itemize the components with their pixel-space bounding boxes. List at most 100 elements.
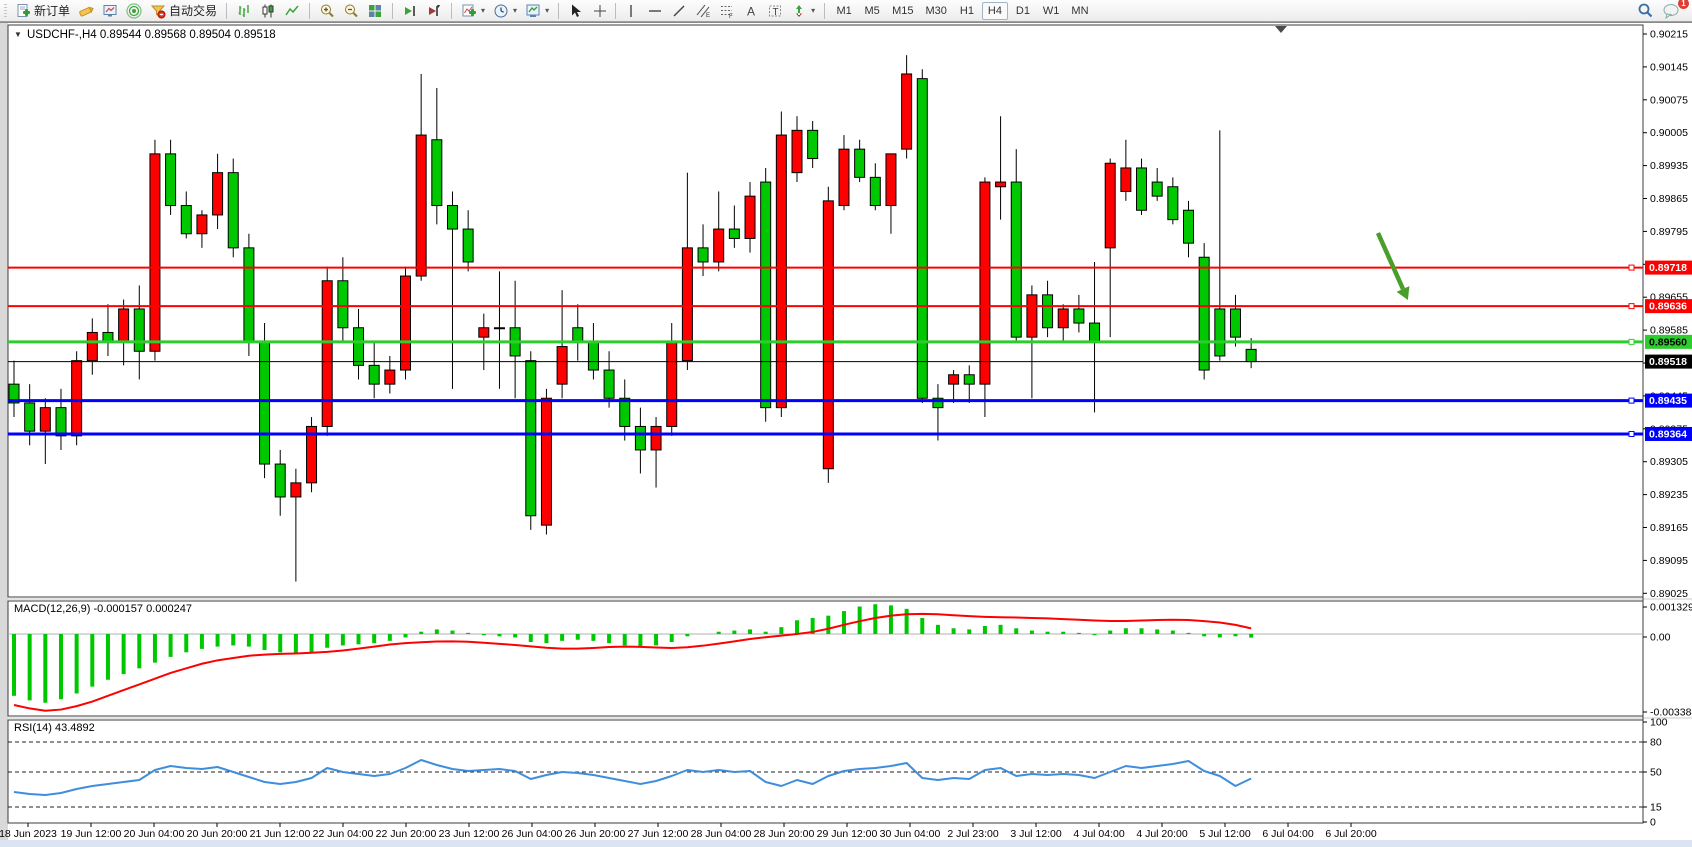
candle — [1199, 257, 1209, 370]
chat-button[interactable]: 1 — [1658, 1, 1684, 21]
svg-text:F: F — [729, 14, 733, 19]
crayon-icon — [78, 3, 94, 19]
timeframe-d1-button[interactable]: D1 — [1010, 2, 1036, 20]
crayon-button[interactable] — [74, 1, 98, 21]
dropdown-arrow[interactable]: ▾ — [545, 6, 549, 15]
fibonacci-icon: F — [719, 3, 735, 19]
svg-text:0.001329: 0.001329 — [1650, 602, 1692, 614]
chart-shift-icon — [426, 3, 442, 19]
tile-windows-button[interactable] — [363, 1, 387, 21]
chart-shift-button[interactable] — [422, 1, 446, 21]
period-clock-button[interactable]: ▾ — [489, 1, 521, 21]
svg-text:0.90215: 0.90215 — [1650, 29, 1688, 41]
signal-button[interactable] — [122, 1, 146, 21]
svg-text:5 Jul 12:00: 5 Jul 12:00 — [1199, 828, 1251, 840]
new-chart-icon — [102, 3, 118, 19]
candle — [541, 398, 551, 525]
candle — [322, 281, 332, 427]
svg-text:0.89095: 0.89095 — [1650, 555, 1688, 567]
candle — [291, 483, 301, 497]
search-icon — [1637, 2, 1654, 19]
crosshair-tool-button[interactable] — [588, 1, 612, 21]
dropdown-arrow[interactable]: ▾ — [811, 6, 815, 15]
svg-text:22 Jun 04:00: 22 Jun 04:00 — [313, 828, 374, 840]
dropdown-arrow[interactable]: ▾ — [481, 6, 485, 15]
arrows-tool-button[interactable]: ▾ — [787, 1, 819, 21]
vertical-line-tool-button[interactable] — [619, 1, 643, 21]
channel-tool-button[interactable]: E — [691, 1, 715, 21]
zoom-out-icon — [343, 3, 359, 19]
timeframe-mn-button[interactable]: MN — [1066, 2, 1093, 20]
timeframe-m1-button[interactable]: M1 — [831, 2, 857, 20]
candle — [197, 215, 207, 234]
svg-text:A: A — [747, 4, 755, 18]
channel-icon: E — [695, 3, 711, 19]
line-chart-type-button[interactable] — [280, 1, 304, 21]
timeframe-m30-button[interactable]: M30 — [921, 2, 952, 20]
search-button[interactable] — [1633, 1, 1658, 21]
svg-text:22 Jun 20:00: 22 Jun 20:00 — [376, 828, 437, 840]
timeframe-m15-button[interactable]: M15 — [887, 2, 918, 20]
svg-text:2 Jul 23:00: 2 Jul 23:00 — [947, 828, 999, 840]
bar-chart-type-button[interactable] — [232, 1, 256, 21]
dropdown-arrow[interactable]: ▾ — [513, 6, 517, 15]
text-tool-button[interactable]: A — [739, 1, 763, 21]
template-button[interactable]: ▾ — [521, 1, 553, 21]
new-order-label: 新订单 — [34, 2, 70, 19]
svg-text:29 Jun 12:00: 29 Jun 12:00 — [817, 828, 878, 840]
text-label-tool-button[interactable]: T — [763, 1, 787, 21]
notification-badge: 1 — [1678, 0, 1689, 9]
usdchf-h4-chart: 0.902150.901450.900750.900050.899350.898… — [0, 22, 1692, 847]
autotrade-button[interactable]: 自动交易 — [146, 1, 221, 21]
candle — [1215, 309, 1225, 356]
timeframe-m5-button[interactable]: M5 — [859, 2, 885, 20]
candle — [432, 140, 442, 206]
timeframe-buttons: M1M5M15M30H1H4D1W1MN — [828, 0, 1096, 22]
timeframe-h1-button[interactable]: H1 — [954, 2, 980, 20]
svg-text:0.89560: 0.89560 — [1649, 336, 1687, 348]
candle — [1105, 163, 1115, 248]
new-order-icon — [15, 3, 31, 19]
timeframe-w1-button[interactable]: W1 — [1038, 2, 1065, 20]
timeframe-h4-button[interactable]: H4 — [982, 2, 1008, 20]
candle — [729, 229, 739, 238]
symbol-dropdown-icon[interactable]: ▼ — [14, 30, 22, 39]
candle — [463, 229, 473, 262]
candle — [792, 130, 802, 172]
candle — [855, 149, 865, 177]
rsi-label: RSI(14) 43.4892 — [14, 722, 95, 734]
candle — [917, 79, 927, 399]
candlestick-type-button[interactable] — [256, 1, 280, 21]
zoom-out-button[interactable] — [339, 1, 363, 21]
new-order-button[interactable]: 新订单 — [11, 1, 74, 21]
zoom-in-button[interactable] — [315, 1, 339, 21]
svg-text:30 Jun 04:00: 30 Jun 04:00 — [880, 828, 941, 840]
separator — [392, 3, 393, 19]
toolbar-grip[interactable] — [4, 4, 7, 18]
horizontal-line-tool-button[interactable] — [643, 1, 667, 21]
auto-scroll-button[interactable] — [398, 1, 422, 21]
period-clock-icon — [493, 3, 509, 19]
svg-text:0: 0 — [1650, 817, 1656, 829]
svg-text:0.89585: 0.89585 — [1650, 325, 1688, 337]
fibonacci-tool-button[interactable]: F — [715, 1, 739, 21]
candle — [1011, 182, 1021, 337]
svg-text:26 Jun 04:00: 26 Jun 04:00 — [502, 828, 563, 840]
cursor-tool-button[interactable] — [564, 1, 588, 21]
trendline-tool-button[interactable] — [667, 1, 691, 21]
svg-text:0.89305: 0.89305 — [1650, 456, 1688, 468]
indicators-button[interactable]: ▾ — [457, 1, 489, 21]
bar-chart-type-icon — [236, 3, 252, 19]
horizontal-line-icon — [647, 3, 663, 19]
candle — [181, 206, 191, 234]
trendline-icon — [671, 3, 687, 19]
svg-text:23 Jun 12:00: 23 Jun 12:00 — [439, 828, 500, 840]
candle — [964, 375, 974, 384]
candle — [823, 201, 833, 469]
text-label-icon: T — [767, 3, 783, 19]
svg-text:21 Jun 12:00: 21 Jun 12:00 — [250, 828, 311, 840]
new-chart-button[interactable] — [98, 1, 122, 21]
svg-text:T: T — [773, 7, 779, 18]
candle — [980, 182, 990, 384]
separator — [615, 3, 616, 19]
